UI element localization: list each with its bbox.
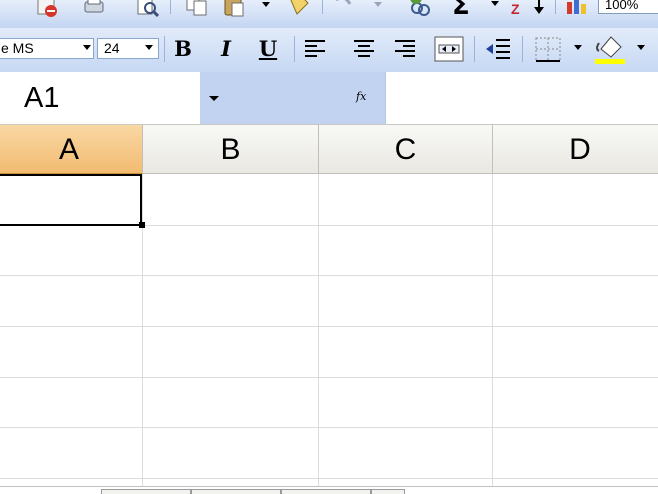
paste-dropdown-arrow[interactable] [262,2,270,7]
toolbar-separator [522,36,523,62]
gridline [142,174,143,486]
formatting-toolbar: e MS 24 B I U [0,28,658,73]
print-icon[interactable] [82,0,106,18]
sheet-tab[interactable] [281,489,371,494]
gridline [318,174,319,486]
name-box-value: A1 [24,82,60,114]
name-box-dropdown[interactable]: fx [200,72,385,124]
fill-handle[interactable] [139,222,145,228]
gridline [0,275,658,276]
bold-button[interactable]: B [170,36,196,62]
standard-toolbar: Σ Z 100% [0,0,658,29]
decrease-indent-icon[interactable] [484,37,512,61]
formula-bar[interactable] [385,72,658,124]
toolbar-separator [164,36,165,62]
zoom-box[interactable]: 100% [598,0,658,14]
toolbar-separator [170,0,171,14]
format-painter-icon[interactable] [287,0,311,18]
undo-icon[interactable] [332,0,356,18]
column-header-a[interactable]: A [0,124,143,174]
gridline [0,427,658,428]
print-preview-icon[interactable] [135,0,159,18]
font-name-dropdown-icon[interactable] [83,45,91,50]
name-box-dropdown-icon[interactable] [209,96,219,101]
name-box-row: A1 fx [0,72,658,124]
merge-and-center-icon[interactable] [434,36,464,62]
column-header-b[interactable]: B [143,124,319,174]
toolbar-separator [474,36,475,62]
fill-color-icon[interactable] [593,33,627,65]
gridline [0,326,658,327]
undo-dropdown-arrow[interactable] [374,2,382,7]
column-header-c[interactable]: C [319,124,493,174]
align-right-icon[interactable] [393,38,417,60]
autosum-dropdown-arrow[interactable] [491,1,499,6]
gridline [0,377,658,378]
sheet-tab[interactable] [191,489,281,494]
sort-icon[interactable]: Z [509,0,547,18]
gridline [492,174,493,486]
align-left-icon[interactable] [303,38,327,60]
borders-dropdown-icon[interactable] [574,45,582,50]
name-box[interactable]: A1 [0,72,200,124]
autosum-icon[interactable]: Σ [452,0,470,21]
italic-button[interactable]: I [213,36,239,62]
borders-icon[interactable] [534,36,562,63]
copy-icon[interactable] [185,0,209,18]
insert-function-button[interactable]: fx [356,90,366,103]
underline-button[interactable]: U [255,36,281,62]
toolbar-separator [322,0,323,14]
hyperlink-icon[interactable] [408,0,432,18]
sheet-tab[interactable] [101,489,191,494]
toolbar-separator [555,0,556,14]
align-center-icon[interactable] [352,38,376,60]
toolbar-separator [294,36,295,62]
column-header-d[interactable]: D [493,124,658,174]
font-size-dropdown-icon[interactable] [145,45,153,50]
permission-icon[interactable] [36,0,60,18]
font-name-combobox[interactable]: e MS [0,38,94,59]
svg-text:Z: Z [511,1,520,17]
chart-wizard-icon[interactable] [565,0,589,18]
gridline [0,478,658,479]
paste-icon[interactable] [222,0,246,18]
fill-color-dropdown-icon[interactable] [637,45,645,50]
font-size-value: 24 [104,40,120,56]
font-name-value: e MS [1,40,34,56]
active-cell-a1[interactable] [0,174,142,226]
worksheet-grid[interactable] [0,174,658,486]
sheet-tab[interactable] [371,489,405,494]
zoom-value: 100% [605,0,639,12]
